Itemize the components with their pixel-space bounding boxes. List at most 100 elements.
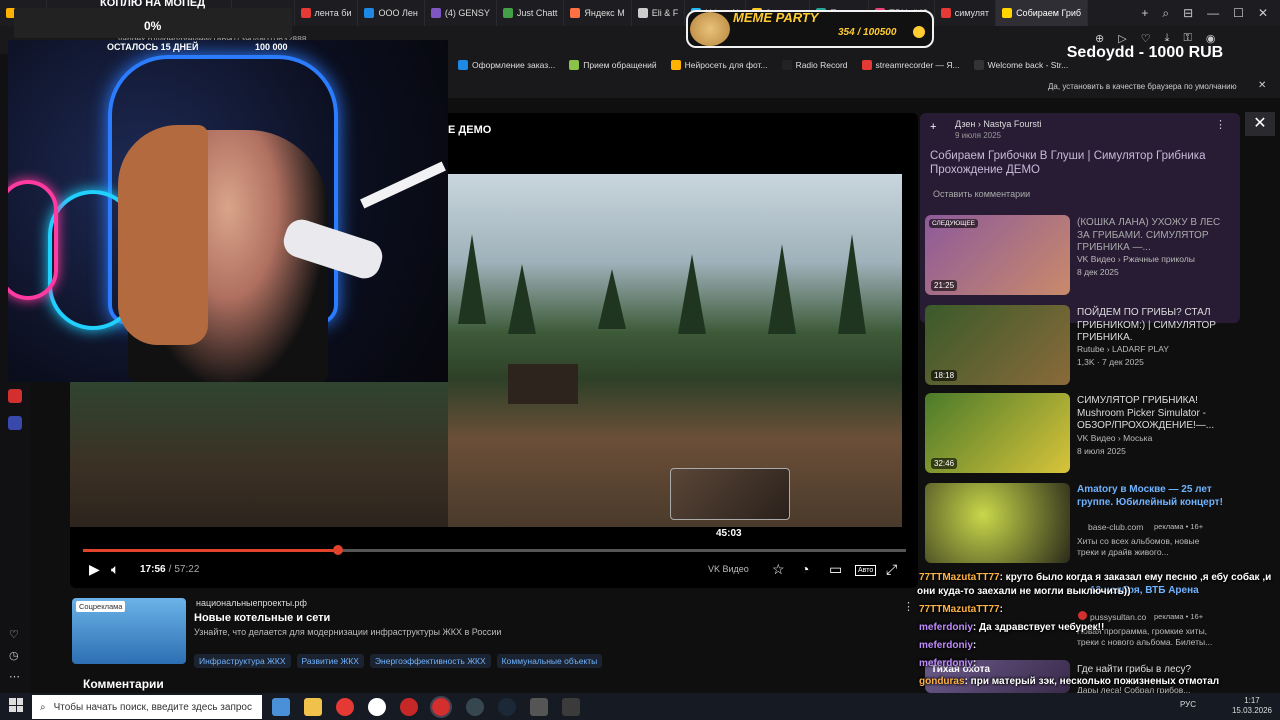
rec-description: Хиты со всех альбомов, новые треки и дра… [1077, 536, 1200, 557]
browser-tab[interactable]: симулят [935, 0, 997, 26]
rec-title[interactable]: ПОЙДЕМ ПО ГРИБЫ? СТАЛ ГРИБНИКОМ:) | СИМУ… [1077, 307, 1227, 345]
opera-gx-icon[interactable] [430, 696, 452, 718]
browser-tab[interactable]: Eli & F [632, 0, 686, 26]
bookmark-item[interactable]: Нейросеть для фот... [670, 60, 768, 70]
fullscreen-icon[interactable]: ⤢ [886, 561, 897, 578]
obs-icon[interactable] [466, 698, 484, 716]
more-icon[interactable]: ⋮ [903, 600, 914, 613]
ad3-title[interactable]: Где найти грибы в лесу? [1077, 664, 1227, 677]
more-icon[interactable]: ⋯ [9, 670, 20, 683]
yandex-icon[interactable] [336, 698, 354, 716]
ad-tag[interactable]: Инфраструктура ЖКХ [194, 654, 291, 668]
chat-user: meferdoniy [919, 640, 973, 651]
task-view-icon[interactable] [272, 698, 290, 716]
app-icon[interactable] [8, 389, 22, 403]
default-browser-bar: Да, установить в качестве браузера по ум… [448, 76, 1280, 98]
bookmark-item[interactable]: streamrecorder — Я... [861, 60, 960, 70]
bookmark-item[interactable]: Оформление заказ... [458, 60, 555, 70]
goal-title: КОПЛЮ НА МОПЕД [100, 0, 206, 9]
taskbar-search[interactable]: ⌕ Чтобы начать поиск, введите здесь запр… [32, 695, 262, 719]
chat-text: они куда-то заехали не могли выключить)) [917, 586, 1131, 597]
language-indicator[interactable]: РУС [1180, 700, 1196, 709]
file-explorer-icon[interactable] [304, 698, 322, 716]
chat-message: gonduras: при матерый зэк, несколько пож… [919, 676, 1219, 687]
more-icon[interactable]: ⋮ [1215, 118, 1226, 131]
bookmark-favicon-icon [670, 60, 681, 70]
search-placeholder: Чтобы начать поиск, введите здесь запрос [53, 701, 252, 713]
window-controls: + ⌕ ⊟ — ☐ ✕ [1141, 0, 1280, 26]
tab-label: лента би [314, 8, 352, 18]
ad-title[interactable]: Новые котельные и сети [194, 612, 330, 624]
maximize-icon[interactable]: ☐ [1233, 6, 1244, 20]
tab-favicon-icon [430, 8, 441, 18]
browser-tab[interactable]: (4) GENSY [425, 0, 497, 26]
ad-thumbnail[interactable]: Соцреклама [72, 598, 186, 664]
search-icon[interactable]: ⌕ [1162, 6, 1169, 21]
chat-text: : [972, 640, 977, 651]
chat-message: они куда-то заехали не могли выключить)) [917, 586, 1130, 597]
bookmark-label: Прием обращений [583, 60, 657, 70]
app-icon[interactable] [562, 698, 580, 716]
total-time: 57:22 [174, 564, 200, 575]
ad-domain[interactable]: национальныепроекты.рф [196, 598, 307, 608]
rec-title[interactable]: СИМУЛЯТОР ГРИБНИКА! Mushroom Picker Simu… [1077, 395, 1227, 433]
bookmark-label: Radio Record [795, 60, 848, 70]
chat-message: meferdoniy: [919, 640, 976, 651]
speed-icon[interactable]: ◔ [801, 561, 809, 577]
source-label[interactable]: VK Видео [708, 564, 749, 574]
opera-icon[interactable] [400, 698, 418, 716]
heart-icon[interactable]: ♡ [9, 628, 19, 641]
steam-icon[interactable] [498, 698, 516, 716]
rec-title[interactable]: (КОШКА ЛАНА) УХОЖУ В ЛЕС ЗА ГРИБАМИ. СИМ… [1077, 217, 1227, 255]
progress-knob[interactable] [333, 545, 343, 555]
play-icon[interactable]: ▶ [89, 561, 100, 578]
close-icon[interactable]: ✕ [1258, 6, 1268, 20]
bookmark-favicon-icon [861, 60, 872, 70]
rec-thumbnail[interactable]: СЛЕДУЮЩЕЕ 21:25 [925, 215, 1070, 295]
app-icon[interactable] [8, 416, 22, 430]
tab-label: ООО Лен [378, 8, 418, 18]
tab-favicon-icon [502, 8, 513, 18]
browser-tab[interactable]: Собираем Гриб [996, 0, 1089, 26]
bookmark-favicon-icon [781, 60, 792, 70]
rec-title[interactable]: Amatory в Москве — 25 лет группе. Юбилей… [1077, 484, 1227, 509]
tab-label: Just Chatt [516, 8, 558, 18]
ad-tag[interactable]: Энергоэффективность ЖКХ [369, 654, 491, 668]
close-icon[interactable]: ✕ [1258, 80, 1266, 91]
history-icon[interactable]: ◷ [9, 649, 19, 662]
bookmark-icon[interactable]: ⊟ [1183, 6, 1193, 20]
browser-tab[interactable]: Just Chatt [497, 0, 565, 26]
settings-icon[interactable] [530, 698, 548, 716]
star-icon[interactable]: ☆ [772, 561, 785, 578]
ad-tag[interactable]: Развитие ЖКХ [296, 654, 364, 668]
volume-mute-icon[interactable]: 🔈︎ [111, 561, 119, 578]
tab-label: Яндекс М [584, 8, 625, 18]
quality-icon[interactable]: Авто [855, 565, 877, 576]
system-clock[interactable]: 1:17 15.03.2026 [1232, 696, 1272, 716]
browser-tab[interactable]: лента би [295, 0, 359, 26]
bookmark-item[interactable]: Radio Record [781, 60, 848, 70]
chat-user: 77TTMazutaTT77 [919, 604, 1000, 615]
ad2-domain: pussysultan.co [1090, 612, 1147, 622]
rec-thumbnail[interactable]: 18:18 [925, 305, 1070, 385]
ad-tag[interactable]: Коммунальные объекты [496, 654, 603, 668]
browser-tab[interactable]: Яндекс М [564, 0, 632, 26]
subtitles-icon[interactable]: ▭ [829, 561, 842, 578]
add-tab-icon[interactable]: + [1141, 6, 1148, 20]
sidebar-channel[interactable]: Дзен › Nastya Foursti [955, 119, 1041, 129]
rec-source: VK Видео › Ржачные приколы [1077, 254, 1195, 264]
minimize-icon[interactable]: — [1207, 6, 1219, 20]
bookmark-item[interactable]: Прием обращений [569, 60, 657, 70]
add-icon[interactable]: + [930, 121, 936, 133]
browser-tab[interactable]: ООО Лен [358, 0, 425, 26]
close-panel-icon[interactable]: ✕ [1245, 112, 1275, 136]
default-browser-prompt[interactable]: Да, установить в качестве браузера по ум… [1048, 82, 1237, 91]
doge-icon [690, 12, 730, 46]
rec-thumbnail[interactable] [925, 483, 1070, 563]
yandex-browser-icon[interactable] [368, 698, 386, 716]
rec-thumbnail[interactable]: 32:46 [925, 393, 1070, 473]
chat-message: 77TTMazutaTT77: круто было когда я заказ… [919, 572, 1271, 583]
leave-comment-link[interactable]: Оставить комментарии [933, 189, 1030, 199]
windows-start-icon[interactable] [9, 698, 23, 712]
tab-label: Eli & F [651, 8, 679, 18]
